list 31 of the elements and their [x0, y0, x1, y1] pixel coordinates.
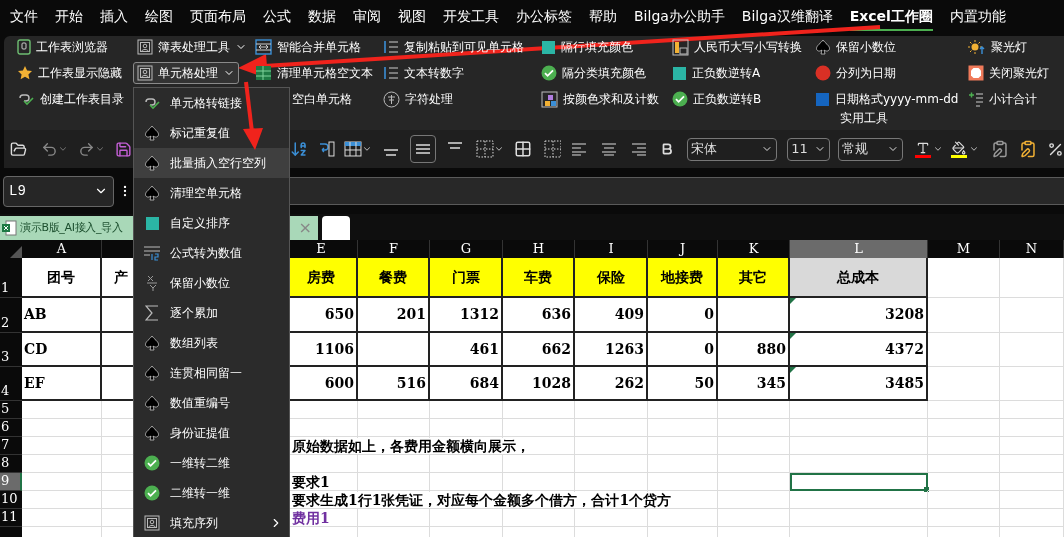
table-cell: 保险 [575, 258, 648, 298]
table-cell: 4372 [790, 333, 928, 367]
table-cell: 461 [430, 333, 503, 367]
table-cell: 880 [718, 333, 790, 367]
table-cell: 团号 [22, 258, 102, 298]
table-cell: AB [22, 298, 102, 333]
table-cell: 0 [648, 333, 718, 367]
table-cell: 门票 [430, 258, 503, 298]
table-cell: 3485 [790, 367, 928, 401]
table-cell: CD [22, 333, 102, 367]
table-cell: 1263 [575, 333, 648, 367]
table-cell: 1312 [430, 298, 503, 333]
table-cell: 3208 [790, 298, 928, 333]
table-cell: 684 [430, 367, 503, 401]
table-cell: 345 [718, 367, 790, 401]
table-cell: 201 [358, 298, 430, 333]
table-cell: 636 [503, 298, 575, 333]
group-label: 实用工具 [840, 110, 888, 127]
table-cell: 餐费 [358, 258, 430, 298]
table-cell: 50 [648, 367, 718, 401]
table-cell: 0 [648, 298, 718, 333]
table-cell: 其它 [718, 258, 790, 298]
table-cell: 262 [575, 367, 648, 401]
table-cell: 662 [503, 333, 575, 367]
table-cell: EF [22, 367, 102, 401]
table-cell: 409 [575, 298, 648, 333]
table-cell: 地接费 [648, 258, 718, 298]
table-cell: 总成本 [790, 258, 928, 298]
table-cell: 1028 [503, 367, 575, 401]
table-cell: 516 [358, 367, 430, 401]
table-cell: 车费 [503, 258, 575, 298]
